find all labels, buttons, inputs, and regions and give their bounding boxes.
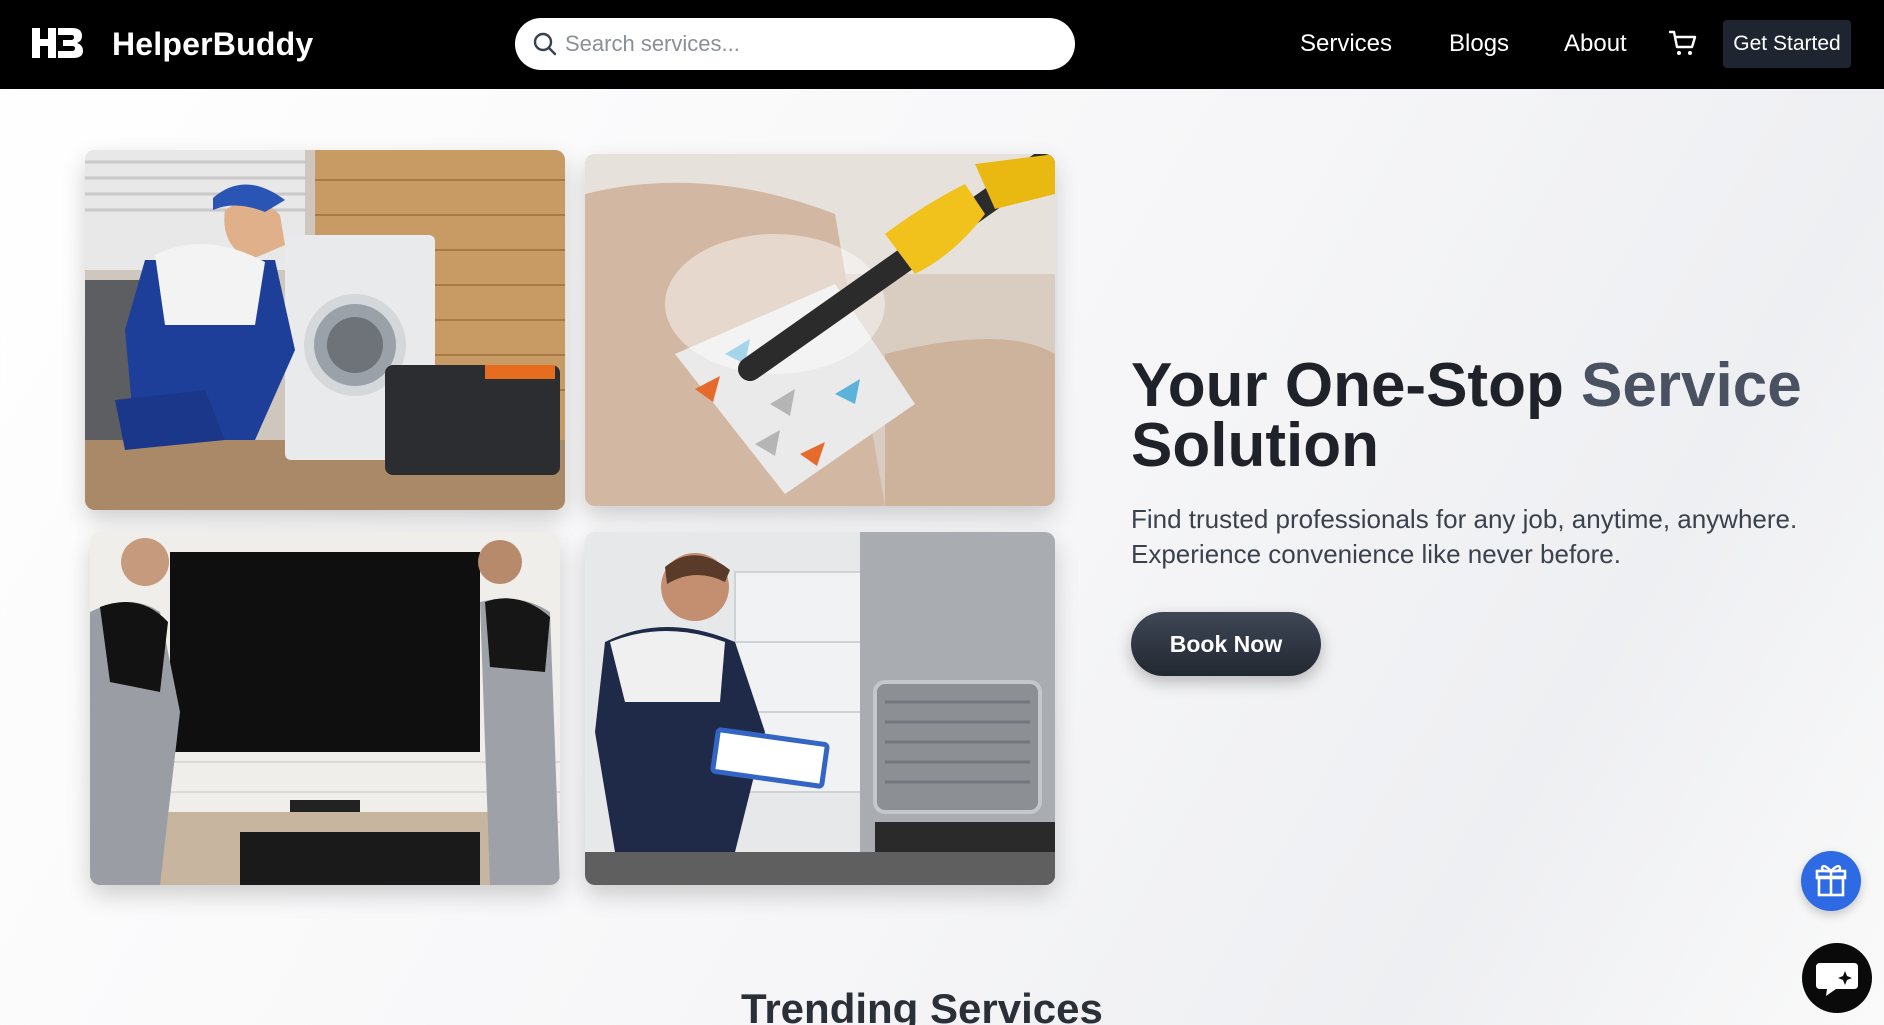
washing-machine-repair-photo — [85, 150, 565, 510]
hero-title-part1: Your One-Stop — [1131, 351, 1582, 420]
get-started-button[interactable]: Get Started — [1723, 20, 1851, 68]
hb-logo-icon[interactable] — [30, 24, 84, 62]
brand-name[interactable]: HelperBuddy — [112, 26, 313, 63]
top-navbar: HelperBuddy Services Blogs About Get Sta… — [0, 0, 1884, 89]
chat-button[interactable] — [1802, 943, 1872, 1013]
hero-title-part2: Solution — [1131, 411, 1379, 480]
hero-subtitle: Find trusted professionals for any job, … — [1131, 502, 1851, 572]
sofa-steam-cleaning-photo — [585, 154, 1055, 506]
nav-link-blogs[interactable]: Blogs — [1449, 30, 1509, 58]
trending-services-heading: Trending Services — [741, 985, 1103, 1025]
hero-subtitle-line2: Experience convenience like never before… — [1131, 539, 1621, 569]
book-now-button[interactable]: Book Now — [1131, 612, 1321, 676]
search-bar[interactable] — [515, 18, 1075, 70]
chat-icon — [1816, 963, 1858, 996]
hero-title-accent: Service — [1581, 351, 1802, 420]
cart-icon[interactable] — [1668, 28, 1698, 58]
search-icon — [533, 32, 557, 56]
gift-icon — [1815, 864, 1847, 897]
search-input[interactable] — [565, 18, 1055, 70]
nav-link-services[interactable]: Services — [1300, 30, 1392, 58]
nav-link-about[interactable]: About — [1564, 30, 1627, 58]
refrigerator-repair-photo — [585, 532, 1055, 885]
hero-subtitle-line1: Find trusted professionals for any job, … — [1131, 504, 1798, 534]
tv-mounting-photo — [90, 532, 560, 885]
hero-title: Your One-Stop Service Solution — [1131, 355, 1851, 477]
gift-button[interactable] — [1801, 851, 1861, 911]
